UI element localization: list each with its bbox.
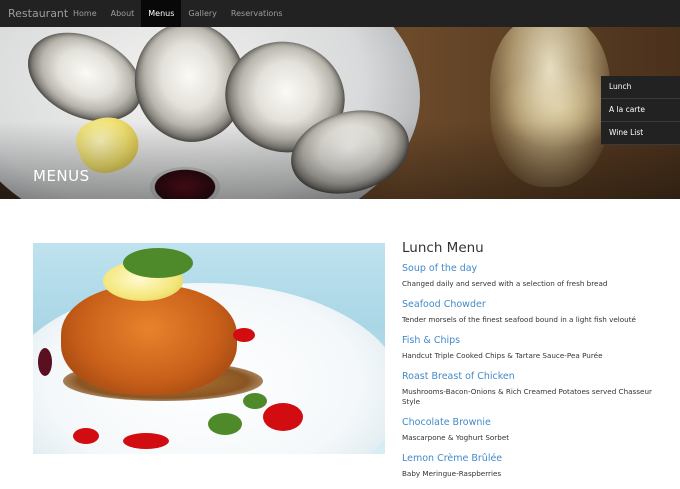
nav-links: Home About Menus Gallery Reservations (66, 0, 290, 27)
nav-link-about[interactable]: About (104, 0, 142, 27)
dish-description: Changed daily and served with a selectio… (402, 279, 608, 288)
nav-link-reservations[interactable]: Reservations (224, 0, 290, 27)
jam-drop-image (73, 428, 99, 444)
menu-column: Lunch Menu Soup of the day Changed daily… (402, 240, 662, 489)
hero-shade (0, 27, 680, 199)
nav-link-gallery[interactable]: Gallery (181, 0, 224, 27)
nav-link-home[interactable]: Home (66, 0, 104, 27)
dish-description: Baby Meringue-Raspberries (402, 469, 502, 478)
herb-garnish-image (123, 248, 193, 278)
submenu-item-a-la-carte[interactable]: A la carte (601, 99, 680, 122)
dish-name: Chocolate Brownie (402, 417, 491, 428)
dish-description: Handcut Triple Cooked Chips & Tartare Sa… (402, 351, 603, 360)
jam-drop-image (233, 328, 255, 342)
dish-photo (33, 243, 385, 454)
jam-drop-image (263, 403, 303, 431)
top-navbar: Restaurant Home About Menus Gallery Rese… (0, 0, 680, 28)
submenu-item-lunch[interactable]: Lunch (601, 76, 680, 99)
herb-garnish-image (243, 393, 267, 409)
dish-name: Seafood Chowder (402, 299, 486, 310)
jam-drop-image (38, 348, 52, 376)
dish-name: Fish & Chips (402, 335, 461, 346)
page-title: MENUS (33, 167, 90, 185)
menu-heading: Lunch Menu (402, 240, 484, 256)
menu-submenu: Lunch A la carte Wine List (601, 76, 680, 145)
dish-description: Tender morsels of the finest seafood bou… (402, 315, 636, 324)
brand-logo-text[interactable]: Restaurant (8, 0, 68, 27)
hero-banner: MENUS (0, 27, 680, 199)
fishcake-image (61, 285, 237, 395)
nav-link-menus[interactable]: Menus (141, 0, 182, 27)
dish-description: Mascarpone & Yoghurt Sorbet (402, 433, 510, 442)
dish-name: Lemon Crème Brûlée (402, 453, 503, 464)
dish-name: Soup of the day (402, 263, 478, 274)
jam-drop-image (123, 433, 169, 449)
submenu-item-wine-list[interactable]: Wine List (601, 122, 680, 145)
dish-description: Mushrooms-Bacon-Onions & Rich Creamed Po… (402, 387, 652, 406)
dish-name: Roast Breast of Chicken (402, 371, 515, 382)
herb-garnish-image (208, 413, 242, 435)
